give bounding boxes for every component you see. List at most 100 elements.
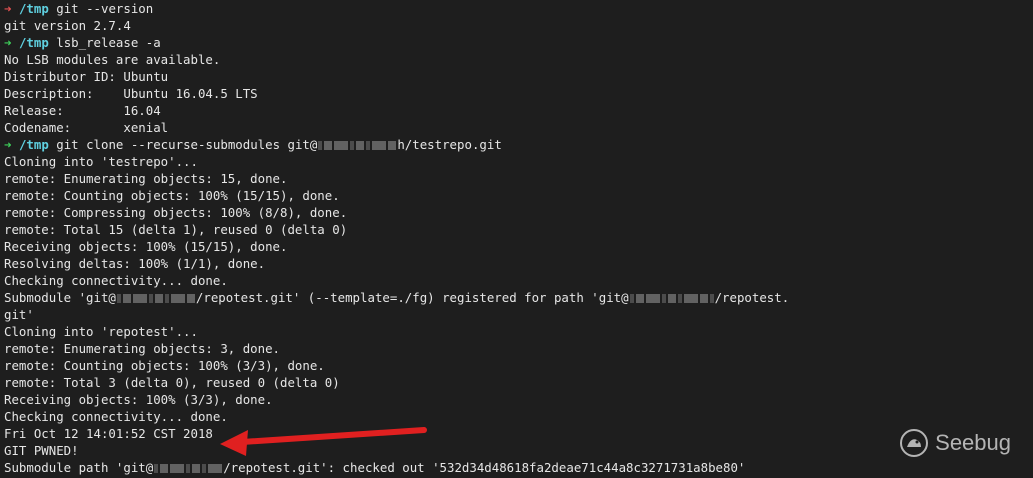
redacted-text: [699, 294, 708, 303]
prompt-arrow-icon: ➜: [4, 1, 12, 16]
redacted-text: [645, 294, 660, 303]
output-text: Receiving objects: 100% (15/15), done.: [4, 239, 288, 254]
redacted-text: [366, 141, 371, 150]
terminal-line: Resolving deltas: 100% (1/1), done.: [4, 255, 1033, 272]
redacted-text: [192, 464, 201, 473]
output-text: git version 2.7.4: [4, 18, 131, 33]
terminal-line: Receiving objects: 100% (3/3), done.: [4, 391, 1033, 408]
terminal-line: Fri Oct 12 14:01:52 CST 2018: [4, 425, 1033, 442]
output-text: git': [4, 307, 34, 322]
terminal-line: git': [4, 306, 1033, 323]
terminal-line: Codename: xenial: [4, 119, 1033, 136]
watermark-text: Seebug: [935, 430, 1011, 455]
terminal-line: remote: Total 3 (delta 0), reused 0 (del…: [4, 374, 1033, 391]
command-text: h/testrepo.git: [397, 137, 502, 152]
redacted-text: [350, 141, 355, 150]
output-text: /repotest.: [714, 290, 790, 305]
redacted-text: [661, 294, 666, 303]
redacted-text: [186, 294, 195, 303]
terminal-line: Checking connectivity... done.: [4, 408, 1033, 425]
command-text: git --version: [56, 1, 154, 16]
seebug-watermark: Seebug: [899, 428, 1011, 458]
output-text: No LSB modules are available.: [4, 52, 221, 67]
redacted-text: [667, 294, 676, 303]
output-text: /repotest.git': checked out '532d34d4861…: [223, 460, 746, 475]
redacted-text: [186, 464, 191, 473]
terminal-line: remote: Total 15 (delta 1), reused 0 (de…: [4, 221, 1033, 238]
redacted-text: [324, 141, 333, 150]
output-text: remote: Counting objects: 100% (15/15), …: [4, 188, 340, 203]
terminal-line: git version 2.7.4: [4, 17, 1033, 34]
terminal-line: Distributor ID: Ubuntu: [4, 68, 1033, 85]
redacted-text: [372, 141, 387, 150]
terminal-line: ➜ /tmp git clone --recurse-submodules gi…: [4, 136, 1033, 153]
terminal-line: ➜ /tmp git --version: [4, 0, 1033, 17]
output-text: GIT PWNED!: [4, 443, 79, 458]
redacted-text: [629, 294, 634, 303]
terminal-line: Release: 16.04: [4, 102, 1033, 119]
terminal-line: remote: Counting objects: 100% (15/15), …: [4, 187, 1033, 204]
redacted-text: [709, 294, 714, 303]
output-text: Cloning into 'repotest'...: [4, 324, 198, 339]
output-text: Receiving objects: 100% (3/3), done.: [4, 392, 273, 407]
redacted-text: [148, 294, 153, 303]
prompt-arrow-icon: ➜: [4, 137, 12, 152]
terminal-line: Submodule path 'git@ /repotest.git': chec…: [4, 459, 1033, 476]
output-text: remote: Enumerating objects: 3, done.: [4, 341, 281, 356]
terminal-line: Checking connectivity... done.: [4, 272, 1033, 289]
output-text: /repotest.git' (--template=./fg) registe…: [195, 290, 629, 305]
command-text: lsb_release -a: [56, 35, 161, 50]
redacted-text: [160, 464, 169, 473]
output-text: Distributor ID: Ubuntu: [4, 69, 169, 84]
output-text: Resolving deltas: 100% (1/1), done.: [4, 256, 266, 271]
redacted-text: [356, 141, 365, 150]
output-text: Cloning into 'testrepo'...: [4, 154, 198, 169]
prompt-arrow-icon: ➜: [4, 35, 12, 50]
terminal-line: remote: Compressing objects: 100% (8/8),…: [4, 204, 1033, 221]
redacted-text: [170, 294, 185, 303]
output-text: Codename: xenial: [4, 120, 169, 135]
output-text: remote: Enumerating objects: 15, done.: [4, 171, 288, 186]
redacted-text: [164, 294, 169, 303]
output-text: remote: Total 15 (delta 1), reused 0 (de…: [4, 222, 348, 237]
redacted-text: [683, 294, 698, 303]
output-text: Fri Oct 12 14:01:52 CST 2018: [4, 426, 213, 441]
terminal-line: remote: Counting objects: 100% (3/3), do…: [4, 357, 1033, 374]
terminal-line: Receiving objects: 100% (15/15), done.: [4, 238, 1033, 255]
redacted-text: [334, 141, 349, 150]
terminal-line: Cloning into 'repotest'...: [4, 323, 1033, 340]
terminal-line: No LSB modules are available.: [4, 51, 1033, 68]
prompt-cwd: /tmp: [18, 35, 49, 50]
output-text: Submodule 'git@: [4, 290, 116, 305]
redacted-text: [318, 141, 323, 150]
redacted-text: [122, 294, 131, 303]
terminal-line: Cloning into 'testrepo'...: [4, 153, 1033, 170]
terminal-line: Submodule 'git@ /repotest.git' (--templat…: [4, 289, 1033, 306]
terminal-line: remote: Enumerating objects: 15, done.: [4, 170, 1033, 187]
terminal-window[interactable]: ➜ /tmp git --version git version 2.7.4 ➜ /…: [0, 0, 1033, 478]
output-text: Release: 16.04: [4, 103, 161, 118]
terminal-line: remote: Enumerating objects: 3, done.: [4, 340, 1033, 357]
redacted-text: [208, 464, 223, 473]
output-text: Checking connectivity... done.: [4, 273, 228, 288]
output-text: remote: Counting objects: 100% (3/3), do…: [4, 358, 325, 373]
output-text: Checking connectivity... done.: [4, 409, 228, 424]
redacted-text: [202, 464, 207, 473]
redacted-text: [154, 464, 159, 473]
output-text: Submodule path 'git@: [4, 460, 154, 475]
prompt-cwd: /tmp: [18, 137, 49, 152]
redacted-text: [154, 294, 163, 303]
output-text: Description: Ubuntu 16.04.5 LTS: [4, 86, 258, 101]
redacted-text: [132, 294, 147, 303]
output-text: remote: Compressing objects: 100% (8/8),…: [4, 205, 348, 220]
terminal-line: ➜ /tmp lsb_release -a: [4, 34, 1033, 51]
terminal-line: GIT PWNED!: [4, 442, 1033, 459]
redacted-text: [170, 464, 185, 473]
redacted-text: [635, 294, 644, 303]
seebug-logo-icon: [900, 429, 929, 457]
redacted-text: [116, 294, 121, 303]
prompt-cwd: /tmp: [18, 1, 49, 16]
redacted-text: [677, 294, 682, 303]
command-text: git clone --recurse-submodules git@: [56, 137, 318, 152]
terminal-line: Description: Ubuntu 16.04.5 LTS: [4, 85, 1033, 102]
